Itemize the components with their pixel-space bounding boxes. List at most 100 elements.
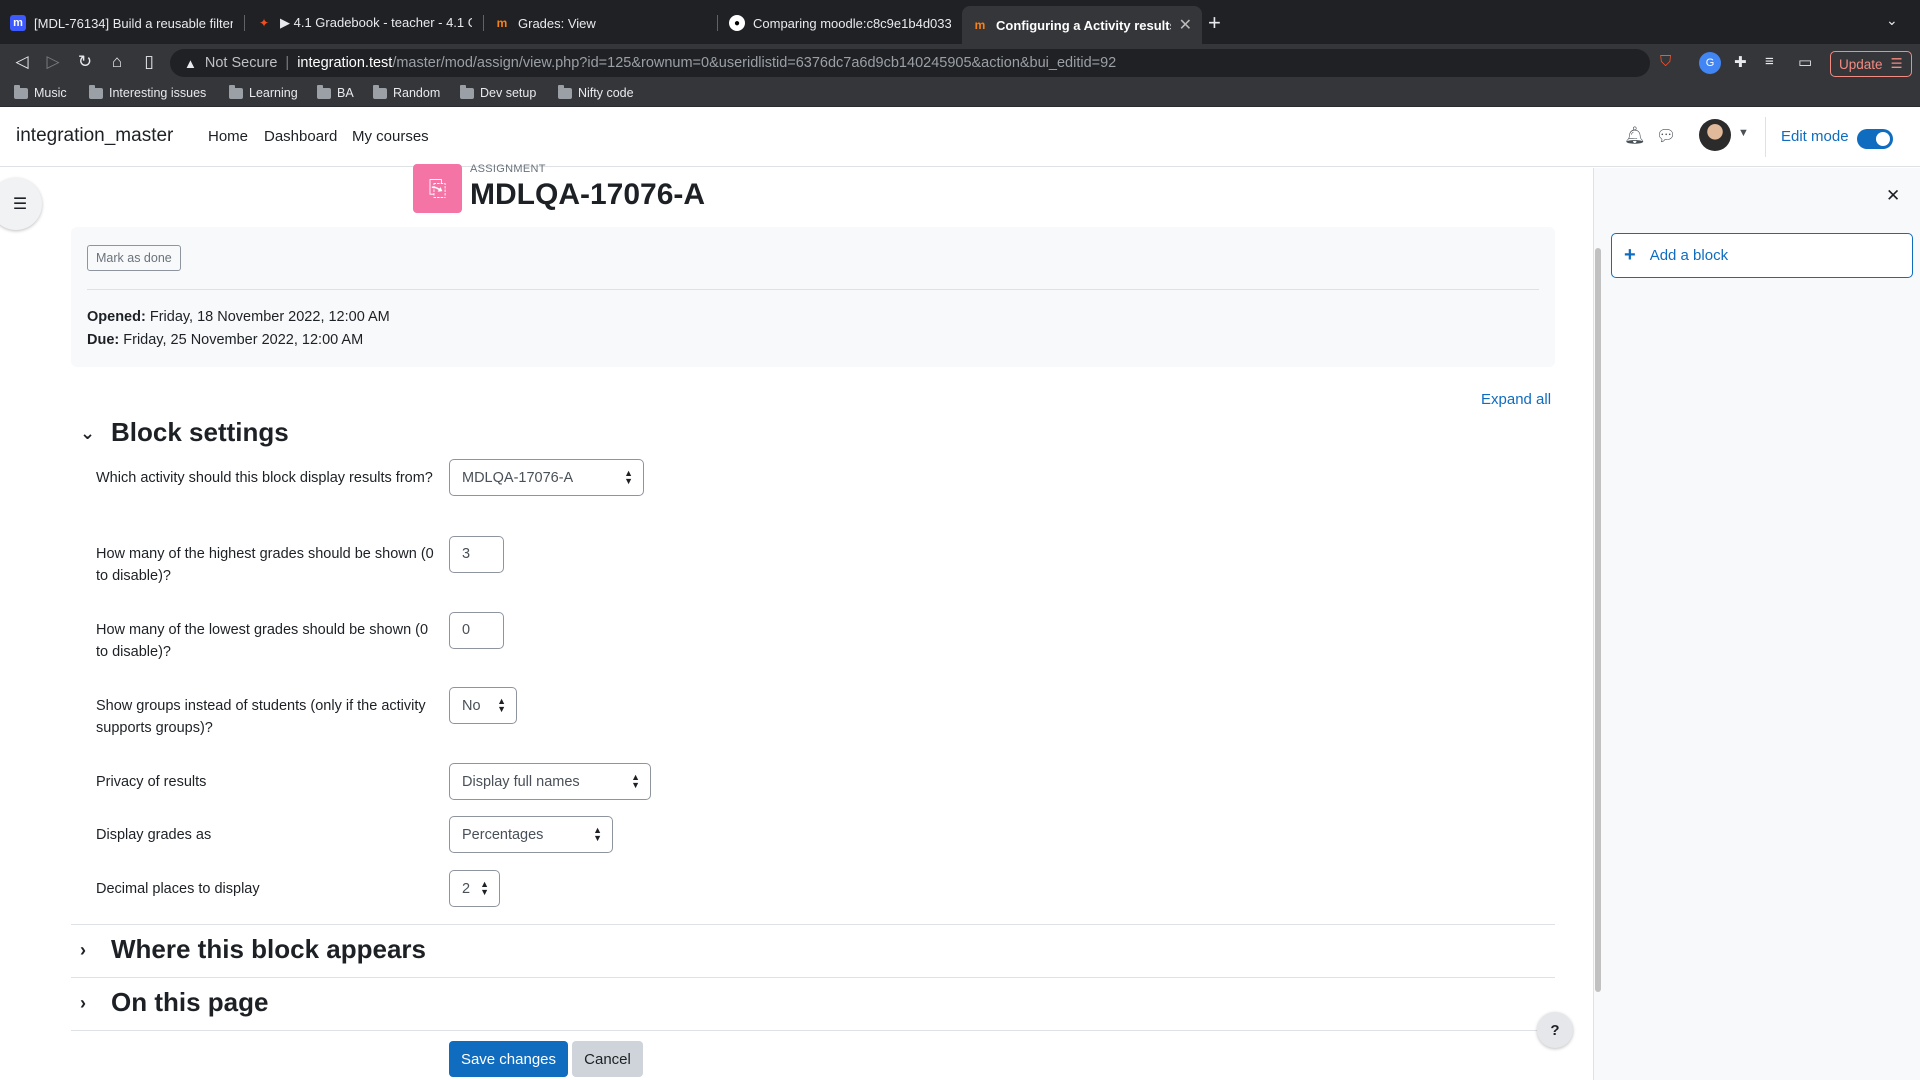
activity-select[interactable]: MDLQA-17076-A ▲ ▼ xyxy=(449,459,644,496)
bookmarks-bar: Music Interesting issues Learning BA Ran… xyxy=(0,82,1920,107)
github-icon: ● xyxy=(729,15,745,31)
update-button[interactable]: Update ☰ xyxy=(1830,51,1912,77)
section-on-this-page[interactable]: On this page xyxy=(111,987,268,1018)
brave-shield-icon[interactable]: ⛉ xyxy=(1660,53,1671,70)
extensions-icon[interactable]: ✚ xyxy=(1734,53,1747,71)
bookmark-interesting-issues[interactable]: Interesting issues xyxy=(89,84,207,100)
close-icon[interactable]: ✕ xyxy=(1179,15,1192,35)
tab-label: Comparing moodle:c8c9e1b4d033e xyxy=(753,15,951,31)
mark-as-done-button[interactable]: Mark as done xyxy=(87,245,181,271)
select-caret-icon: ▲ ▼ xyxy=(624,468,633,486)
browser-tab-active[interactable]: m Configuring a Activity results bl ✕ xyxy=(962,6,1202,44)
site-name[interactable]: integration_master xyxy=(16,125,173,147)
decimals-select-value: 2 xyxy=(462,880,471,897)
browser-tab-github-compare[interactable]: ● Comparing moodle:c8c9e1b4d033e xyxy=(719,8,961,38)
address-bar[interactable]: ▲ Not Secure | integration.test /master/… xyxy=(170,49,1650,77)
cancel-button[interactable]: Cancel xyxy=(572,1041,643,1077)
folder-icon xyxy=(558,84,572,99)
privacy-select[interactable]: Display full names ▲ ▼ xyxy=(449,763,651,800)
section-block-settings[interactable]: Block settings xyxy=(111,417,289,448)
block-drawer xyxy=(1593,168,1920,1080)
wallet-icon[interactable]: ▭ xyxy=(1798,53,1812,71)
tab-label: Configuring a Activity results bl xyxy=(996,17,1171,33)
close-icon[interactable]: ✕ xyxy=(1886,186,1900,206)
folder-icon xyxy=(373,84,387,99)
forward-icon[interactable]: ▷ xyxy=(42,52,64,72)
page-title: MDLQA-17076-A xyxy=(470,178,706,211)
chevron-down-icon[interactable]: ⌄ xyxy=(1886,12,1898,29)
select-caret-icon: ▲ ▼ xyxy=(593,825,602,843)
home-icon[interactable]: ⌂ xyxy=(106,52,128,72)
assignment-icon: ⎘ xyxy=(413,164,462,213)
moodle-icon: m xyxy=(974,18,986,32)
folder-icon xyxy=(460,84,474,99)
bookmark-label: Interesting issues xyxy=(109,86,207,100)
browser-tab-figma[interactable]: ✦ ▶ 4.1 Gradebook - teacher - 4.1 Gra xyxy=(246,8,482,38)
divider xyxy=(1765,117,1766,157)
menu-icon: ☰ xyxy=(1890,56,1903,71)
edit-mode-label: Edit mode xyxy=(1781,128,1849,145)
bookmark-learning[interactable]: Learning xyxy=(229,84,298,100)
tab-label: ▶ 4.1 Gradebook - teacher - 4.1 Gra xyxy=(280,15,472,30)
nav-my-courses[interactable]: My courses xyxy=(352,128,429,145)
bookmark-random[interactable]: Random xyxy=(373,84,440,100)
scrollbar[interactable] xyxy=(1595,248,1601,992)
select-caret-icon: ▲ ▼ xyxy=(631,772,640,790)
chevron-down-icon[interactable]: ⌄ xyxy=(80,423,95,444)
browser-toolbar: ◁ ▷ ↻ ⌂ ▯ ▲ Not Secure | integration.tes… xyxy=(0,44,1920,82)
opened-label: Opened: xyxy=(87,309,146,325)
help-button[interactable]: ? xyxy=(1537,1012,1573,1048)
reload-icon[interactable]: ↻ xyxy=(74,52,96,72)
field-label-lowest: How many of the lowest grades should be … xyxy=(96,622,429,660)
decimals-select[interactable]: 2 ▲ ▼ xyxy=(449,870,500,907)
moodle-tracker-icon: m xyxy=(10,15,26,31)
avatar[interactable] xyxy=(1699,119,1731,151)
bookmark-nifty-code[interactable]: Nifty code xyxy=(558,84,634,100)
folder-icon xyxy=(89,84,103,99)
due-value: Friday, 25 November 2022, 12:00 AM xyxy=(123,332,364,348)
back-icon[interactable]: ◁ xyxy=(11,52,33,72)
tab-separator xyxy=(244,15,245,31)
select-caret-icon: ▲ ▼ xyxy=(497,696,506,714)
translate-icon[interactable]: G xyxy=(1699,52,1721,74)
expand-all-link[interactable]: Expand all xyxy=(1481,391,1551,408)
highest-grades-input[interactable]: 3 xyxy=(449,536,504,573)
display-as-select-value: Percentages xyxy=(462,826,544,843)
update-label: Update xyxy=(1839,56,1883,72)
nav-dashboard[interactable]: Dashboard xyxy=(264,128,337,145)
bookmark-ba[interactable]: BA xyxy=(317,84,354,100)
bookmark-dev-setup[interactable]: Dev setup xyxy=(460,84,536,100)
divider xyxy=(71,924,1555,925)
folder-icon xyxy=(317,84,331,99)
notification-bell-icon[interactable]: 🔔︎ xyxy=(1624,126,1646,146)
bookmark-music[interactable]: Music xyxy=(14,84,67,100)
messages-icon[interactable]: 💬︎ xyxy=(1656,126,1676,146)
groups-select[interactable]: No ▲ ▼ xyxy=(449,687,517,724)
course-index-toggle[interactable]: ☰ xyxy=(0,178,42,230)
browser-tab-mdl-76134[interactable]: m [MDL-76134] Build a reusable filter xyxy=(0,8,243,38)
field-label-highest: How many of the highest grades should be… xyxy=(96,546,434,584)
groups-select-value: No xyxy=(462,697,481,714)
section-where-block-appears[interactable]: Where this block appears xyxy=(111,934,426,965)
chevron-right-icon[interactable]: › xyxy=(80,940,86,961)
browser-tab-grades-view[interactable]: m Grades: View xyxy=(484,8,724,38)
chevron-right-icon[interactable]: › xyxy=(80,993,86,1014)
figma-icon: ✦ xyxy=(258,16,270,30)
bookmark-label: Nifty code xyxy=(578,86,634,100)
display-as-select[interactable]: Percentages ▲ ▼ xyxy=(449,816,613,853)
save-changes-button[interactable]: Save changes xyxy=(449,1041,568,1077)
activity-info-box: Mark as done Opened: Friday, 18 November… xyxy=(71,227,1555,367)
field-label-groups: Show groups instead of students (only if… xyxy=(96,698,426,736)
reading-list-icon[interactable]: ≡ xyxy=(1765,53,1774,70)
nav-home[interactable]: Home xyxy=(208,128,248,145)
chevron-down-icon[interactable]: ▼ xyxy=(1738,127,1749,139)
bookmark-icon[interactable]: ▯ xyxy=(138,52,160,72)
add-block-button[interactable]: + Add a block xyxy=(1611,233,1913,278)
new-tab-icon[interactable]: + xyxy=(1208,10,1221,36)
activity-type: ASSIGNMENT xyxy=(470,163,546,175)
edit-mode-toggle[interactable] xyxy=(1857,129,1893,149)
folder-icon xyxy=(14,84,28,99)
browser-tab-bar: m [MDL-76134] Build a reusable filter ✦ … xyxy=(0,0,1920,44)
lowest-grades-input[interactable]: 0 xyxy=(449,612,504,649)
field-label-display-as: Display grades as xyxy=(96,827,212,843)
